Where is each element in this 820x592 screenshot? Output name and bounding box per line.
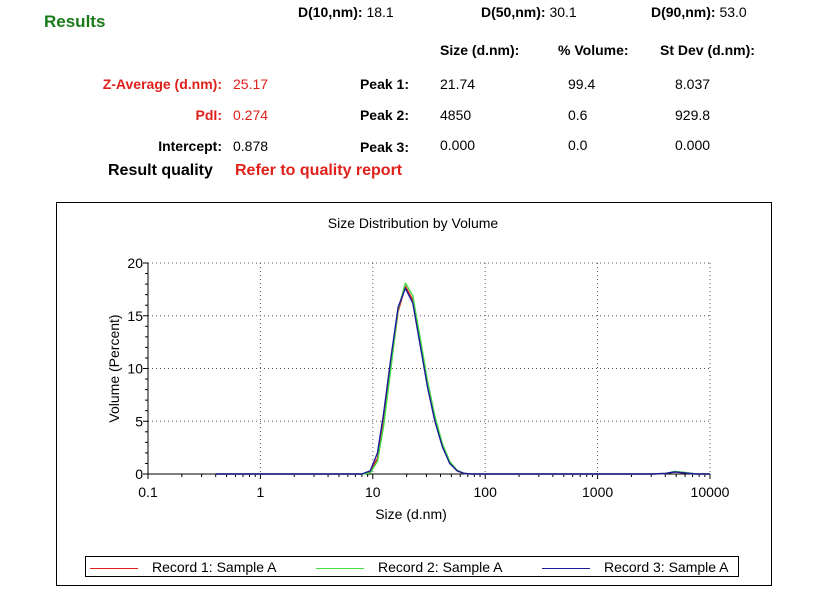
series-line-record-2 — [215, 282, 710, 475]
legend-item-record-2: Record 2: Sample A — [312, 559, 530, 575]
chart-legend: Record 1: Sample A Record 2: Sample A Re… — [85, 556, 739, 577]
chart-title: Size Distribution by Volume — [328, 215, 499, 231]
legend-label-record-3: Record 3: Sample A — [604, 559, 729, 575]
x-tick-label: 1 — [257, 484, 265, 500]
series-line-record-3 — [215, 287, 710, 475]
size-distribution-chart: Size Distribution by Volume 0 5 10 15 20 0.1 1 1… — [106, 215, 730, 522]
legend-swatch-record-1 — [90, 568, 138, 569]
legend-item-record-1: Record 1: Sample A — [86, 559, 304, 575]
y-axis-label: Volume (Percent) — [106, 314, 122, 422]
y-tick-label: 15 — [127, 308, 143, 324]
series-line-record-1 — [215, 285, 710, 475]
legend-item-record-3: Record 3: Sample A — [538, 559, 738, 575]
x-tick-label: 10000 — [691, 484, 730, 500]
x-tick-label: 0.1 — [138, 484, 158, 500]
y-tick-label: 5 — [135, 413, 143, 429]
legend-swatch-record-3 — [542, 568, 590, 569]
legend-label-record-2: Record 2: Sample A — [378, 559, 503, 575]
y-tick-label: 10 — [127, 361, 143, 377]
x-tick-label: 10 — [365, 484, 381, 500]
y-tick-label: 20 — [127, 255, 143, 271]
x-tick-label: 100 — [474, 484, 498, 500]
legend-label-record-1: Record 1: Sample A — [152, 559, 277, 575]
y-tick-label: 0 — [135, 466, 143, 482]
x-tick-label: 1000 — [582, 484, 613, 500]
legend-swatch-record-2 — [316, 568, 364, 569]
x-axis-label: Size (d.nm) — [375, 506, 447, 522]
